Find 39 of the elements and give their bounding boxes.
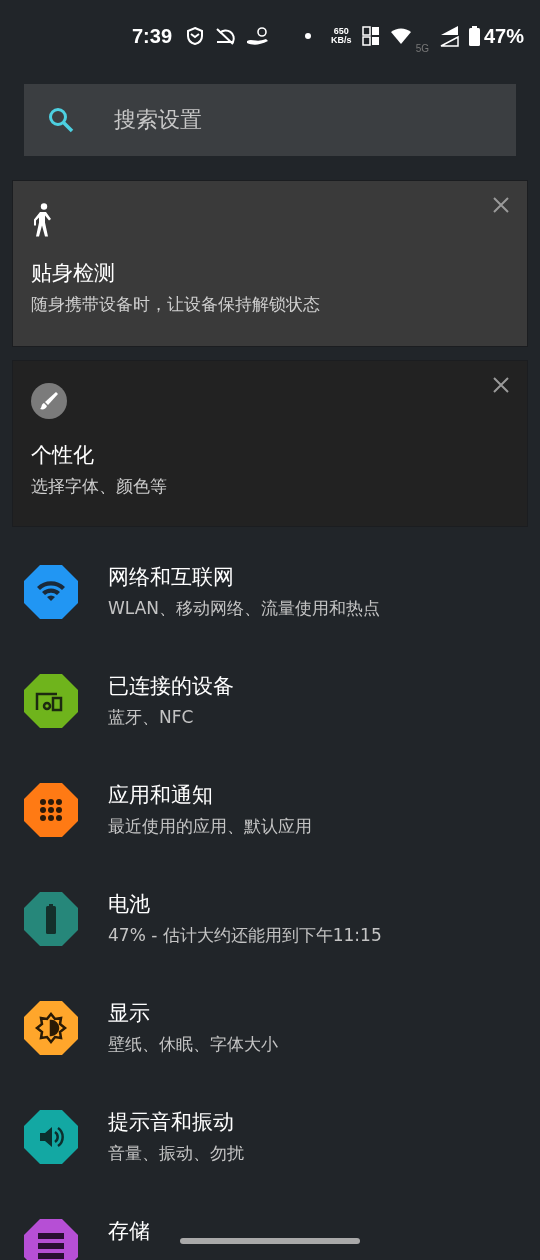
setting-title[interactable]: 已连接的设备 bbox=[108, 672, 234, 700]
wifi-signal-icon bbox=[389, 26, 414, 46]
setting-title[interactable]: 应用和通知 bbox=[108, 781, 312, 809]
suggestion-card[interactable]: 个性化 选择字体、颜色等 bbox=[12, 360, 528, 527]
setting-subtitle: 47% - 估计大约还能用到下午11:15 bbox=[108, 924, 382, 947]
sim-icon bbox=[361, 26, 380, 46]
setting-subtitle: 音量、振动、勿扰 bbox=[108, 1142, 244, 1165]
setting-title[interactable]: 电池 bbox=[108, 890, 382, 918]
setting-title[interactable]: 提示音和振动 bbox=[108, 1108, 244, 1136]
speed-unit: KB/s bbox=[331, 36, 352, 45]
setting-subtitle: 蓝牙、NFC bbox=[108, 706, 195, 729]
navigation-handle[interactable] bbox=[180, 1238, 360, 1244]
dot-icon bbox=[305, 33, 312, 39]
suggestion-card[interactable]: 贴身检测 随身携带设备时，让设备保持解锁状态 bbox=[12, 180, 528, 347]
setting-title[interactable]: 存储 bbox=[108, 1217, 150, 1245]
cell-signal-icon bbox=[438, 25, 459, 47]
paintbrush-icon bbox=[31, 383, 67, 419]
clock-time: 7:39 bbox=[132, 24, 173, 48]
setting-subtitle: WLAN、移动网络、流量使用和热点 bbox=[108, 597, 381, 620]
card-subtitle: 随身携带设备时，让设备保持解锁状态 bbox=[31, 293, 321, 316]
speed-value: 650 bbox=[333, 27, 349, 36]
setting-title[interactable]: 网络和互联网 bbox=[108, 563, 381, 591]
network-type: 5G bbox=[415, 43, 429, 54]
setting-title[interactable]: 显示 bbox=[108, 999, 278, 1027]
setting-subtitle: 壁纸、休眠、字体大小 bbox=[108, 1033, 278, 1056]
setting-subtitle: 最近使用的应用、默认应用 bbox=[108, 815, 312, 838]
search-placeholder: 搜索设置 bbox=[114, 106, 202, 134]
search-field[interactable]: 搜索设置 bbox=[24, 84, 516, 156]
shield-icon bbox=[186, 26, 205, 46]
sync-off-icon bbox=[214, 26, 237, 46]
battery-status-icon bbox=[468, 26, 480, 46]
close-icon bbox=[493, 197, 509, 213]
close-icon bbox=[493, 377, 509, 393]
battery-percent: 47% bbox=[483, 24, 524, 48]
card-title: 贴身检测 bbox=[31, 260, 116, 287]
card-title: 个性化 bbox=[31, 442, 95, 469]
card-subtitle: 选择字体、颜色等 bbox=[31, 475, 168, 498]
search-icon bbox=[48, 107, 74, 133]
hand-icon bbox=[246, 26, 271, 46]
